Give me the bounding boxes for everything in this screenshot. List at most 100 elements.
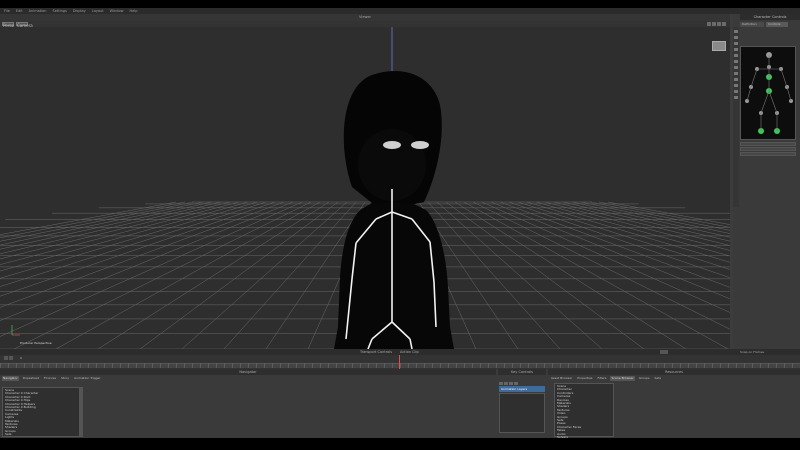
animation-layers-list[interactable] (499, 393, 545, 433)
navigator-title: Navigator (0, 369, 496, 375)
play-buttons (4, 356, 13, 360)
select-all-icon[interactable] (734, 78, 738, 81)
translate-tool-icon[interactable] (734, 36, 738, 39)
tab-definition[interactable]: Definition (740, 22, 764, 27)
grid-line (0, 201, 177, 235)
key-controls-icons (499, 382, 518, 385)
view-cube[interactable] (712, 41, 726, 51)
resources-tabs: Asset Browser Properties Filters Scene B… (550, 376, 662, 381)
grid-line (0, 201, 186, 239)
viewer-title: Viewer (0, 14, 730, 21)
play-icon[interactable] (4, 356, 8, 360)
scale-tool-icon[interactable] (734, 48, 738, 51)
menu-help[interactable]: Help (129, 9, 137, 13)
camera-label: Producer Perspective (20, 341, 52, 345)
letterbox-top (0, 0, 800, 8)
character-left-eye (383, 141, 401, 149)
grid-line (0, 201, 303, 337)
bottom-panes: Navigator Navigator Dopesheet FCurves St… (0, 369, 800, 439)
transport-controls: 0 (0, 355, 800, 369)
key-remove-icon[interactable] (504, 382, 508, 385)
menu-display[interactable]: Display (73, 9, 86, 13)
character-controls-title: Character Controls (740, 14, 800, 20)
menu-layout[interactable]: Layout (92, 9, 104, 13)
key-add-icon[interactable] (499, 382, 503, 385)
viewer-icons (707, 22, 726, 26)
menu-settings[interactable]: Settings (52, 9, 66, 13)
grid-line (97, 201, 330, 349)
grid-line (490, 201, 730, 300)
grid-line (508, 201, 730, 278)
xray-icon[interactable] (712, 22, 716, 26)
timeline-ticks (0, 363, 800, 368)
control-row[interactable] (740, 147, 796, 151)
navigator-tabs: Navigator Dopesheet FCurves Story Animat… (2, 376, 102, 381)
action-clip-label: Action Clip (400, 350, 419, 354)
grid-line (598, 201, 730, 228)
current-frame: 0 (20, 356, 22, 360)
grid-line (535, 201, 730, 257)
tab-properties[interactable]: Properties (576, 376, 593, 381)
tool-strip (733, 27, 739, 207)
animation-layers-tab[interactable]: Animation Layers (499, 386, 545, 392)
grid-line (0, 201, 285, 308)
perspective-button[interactable]: Persp (2, 22, 14, 28)
tab-controls[interactable]: Controls (766, 22, 788, 27)
camera-button[interactable]: Camera (16, 22, 33, 28)
menu-window[interactable]: Window (110, 9, 124, 13)
grid-line (436, 201, 603, 349)
viewer-3d[interactable]: Producer Perspective (0, 27, 730, 349)
pin-tool-icon[interactable] (734, 60, 738, 63)
timeline-playhead[interactable] (399, 355, 400, 369)
rotate-tool-icon[interactable] (734, 42, 738, 45)
grid-line (463, 201, 729, 349)
navigator-scrollbar[interactable] (80, 387, 83, 437)
tab-navigator[interactable]: Navigator (2, 376, 19, 381)
grid-line (0, 201, 258, 279)
control-row[interactable] (740, 152, 796, 156)
zero-tool-icon[interactable] (734, 84, 738, 87)
display-mode-icon[interactable] (707, 22, 711, 26)
maximize-icon[interactable] (722, 22, 726, 26)
reach-tool-icon[interactable] (734, 66, 738, 69)
control-row[interactable] (740, 142, 796, 146)
tab-dopesheet[interactable]: Dopesheet (22, 376, 40, 381)
tree-item[interactable]: Sets (5, 432, 77, 436)
grid-line (181, 201, 348, 349)
character-figure-view[interactable] (740, 46, 796, 140)
reset-tool-icon[interactable] (734, 96, 738, 99)
tab-scene-browser[interactable]: Scene Browser (610, 376, 635, 381)
menu-edit[interactable]: Edit (16, 9, 23, 13)
tab-asset-browser[interactable]: Asset Browser (550, 376, 573, 381)
grid-line (580, 201, 730, 234)
grid-line (0, 201, 294, 321)
menu-animation[interactable]: Animation (29, 9, 47, 13)
tab-animation-trigger[interactable]: Animation Trigger (73, 376, 102, 381)
tab-filters[interactable]: Filters (596, 376, 607, 381)
grid-line (223, 201, 357, 349)
navigator-tree: Scene Character 0 Character Character 0 … (2, 387, 80, 437)
stop-icon[interactable] (9, 356, 13, 360)
tab-fcurves[interactable]: FCurves (43, 376, 57, 381)
tab-groups[interactable]: Groups (638, 376, 651, 381)
select-tool-icon[interactable] (734, 30, 738, 33)
grid-line (589, 201, 730, 231)
tab-story[interactable]: Story (60, 376, 70, 381)
grid-line (553, 201, 730, 246)
key-lock-icon[interactable] (509, 382, 513, 385)
letterbox-bottom (0, 438, 800, 450)
menu-file[interactable]: File (4, 9, 10, 13)
mirror-tool-icon[interactable] (734, 72, 738, 75)
grid-line (0, 201, 204, 246)
character-controls-rows (740, 142, 796, 157)
grid-line (0, 201, 240, 265)
layout-icon[interactable] (717, 22, 721, 26)
tab-sets[interactable]: Sets (653, 376, 662, 381)
key-mute-icon[interactable] (514, 382, 518, 385)
transport-mode-icon[interactable] (660, 350, 668, 354)
key-tool-icon[interactable] (734, 54, 738, 57)
character-right-eye (411, 141, 429, 149)
pivot-tool-icon[interactable] (734, 90, 738, 93)
resources-title: Resources (548, 369, 800, 375)
motionbuilder-window: File Edit Animation Settings Display Lay… (0, 8, 800, 439)
